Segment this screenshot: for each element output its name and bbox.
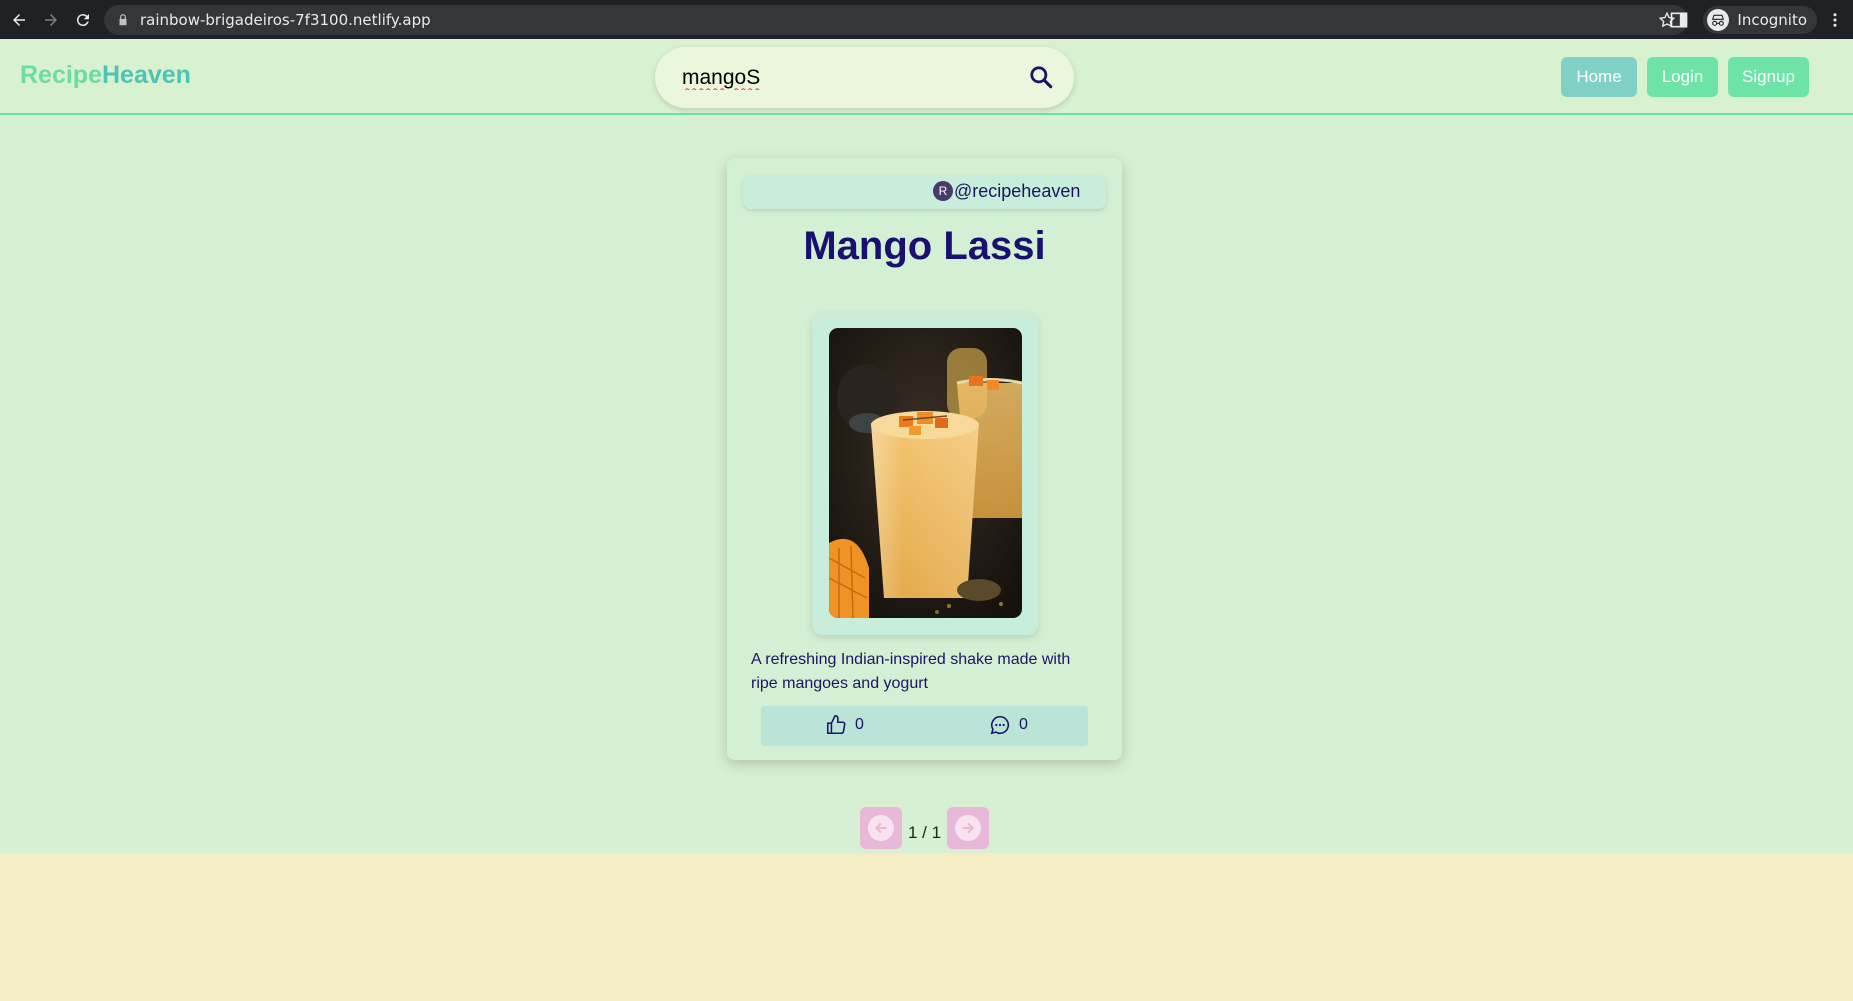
comment-button[interactable]: 0 bbox=[989, 714, 1028, 736]
incognito-icon bbox=[1707, 8, 1730, 31]
forward-button[interactable] bbox=[38, 7, 64, 33]
navbar: RecipeHeaven Home Login Signup bbox=[0, 39, 1853, 115]
like-count: 0 bbox=[855, 716, 864, 733]
side-panel-icon[interactable] bbox=[1669, 10, 1689, 30]
next-page-button[interactable] bbox=[947, 807, 990, 849]
kebab-menu-icon bbox=[1833, 12, 1837, 27]
address-url: rainbow-brigadeiros-7f3100.netlify.app bbox=[140, 11, 431, 29]
avatar: R bbox=[933, 181, 953, 201]
arrow-left-icon bbox=[868, 815, 894, 841]
page-indicator: 1 / 1 bbox=[908, 823, 942, 842]
arrow-back-icon bbox=[13, 13, 25, 26]
recipe-card[interactable]: R @recipeheaven Mango Lassi A refreshing… bbox=[727, 158, 1122, 760]
search-input[interactable] bbox=[682, 65, 1002, 90]
app-page: RecipeHeaven Home Login Signup R @recipe… bbox=[0, 39, 1853, 853]
arrow-right-icon bbox=[955, 815, 982, 841]
arrow-forward-icon bbox=[45, 13, 57, 26]
login-button[interactable]: Login bbox=[1647, 57, 1718, 97]
browser-menu-button[interactable] bbox=[1825, 10, 1845, 30]
recipe-description: A refreshing Indian-inspired shake made … bbox=[751, 651, 1071, 692]
nav-buttons: Home Login Signup bbox=[1561, 57, 1809, 97]
back-button[interactable] bbox=[6, 7, 32, 33]
pagination: 1 / 1 bbox=[860, 807, 990, 849]
page-footer-area bbox=[0, 853, 1853, 1001]
reload-button[interactable] bbox=[70, 7, 96, 33]
brand-logo[interactable]: RecipeHeaven bbox=[20, 61, 191, 90]
prev-page-button[interactable] bbox=[860, 807, 902, 849]
lock-icon bbox=[116, 13, 130, 27]
thumbs-up-icon bbox=[826, 715, 846, 735]
search-bar bbox=[655, 47, 1074, 108]
search-icon[interactable] bbox=[1028, 64, 1054, 90]
author-bar[interactable]: R @recipeheaven bbox=[743, 175, 1106, 209]
brand-part-heaven: Heaven bbox=[101, 61, 191, 89]
like-button[interactable]: 0 bbox=[825, 714, 864, 736]
comment-icon bbox=[990, 715, 1010, 735]
mango-lassi-photo bbox=[829, 328, 1022, 618]
address-bar[interactable]: rainbow-brigadeiros-7f3100.netlify.app bbox=[104, 5, 1688, 35]
incognito-label: Incognito bbox=[1737, 10, 1807, 29]
recipe-image-frame bbox=[812, 313, 1038, 635]
recipe-photo[interactable] bbox=[829, 328, 1022, 618]
incognito-badge[interactable]: Incognito bbox=[1703, 5, 1817, 34]
browser-toolbar: rainbow-brigadeiros-7f3100.netlify.app I… bbox=[0, 0, 1853, 39]
card-actions: 0 0 bbox=[761, 706, 1088, 746]
home-button[interactable]: Home bbox=[1561, 57, 1637, 97]
brand-part-recipe: Recipe bbox=[20, 61, 102, 89]
recipe-title: Mango Lassi bbox=[803, 224, 1046, 268]
signup-button[interactable]: Signup bbox=[1728, 57, 1809, 97]
author-handle[interactable]: @recipeheaven bbox=[954, 181, 1080, 202]
comment-count: 0 bbox=[1019, 716, 1028, 733]
reload-icon bbox=[76, 13, 89, 26]
